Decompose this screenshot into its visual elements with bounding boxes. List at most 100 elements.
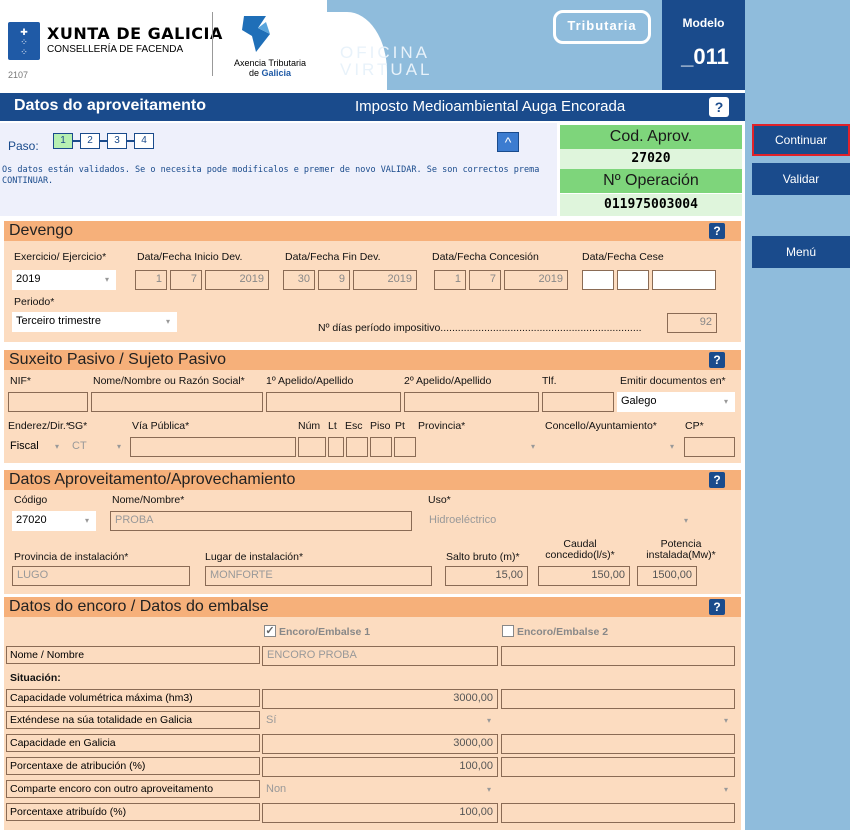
help-icon[interactable]: ?	[709, 472, 725, 488]
pt-input[interactable]	[394, 437, 416, 457]
encoro1-pct-atrib[interactable]: 100,00	[262, 757, 498, 777]
salto-label: Salto bruto (m)*	[446, 551, 520, 563]
fin-label: Data/Fecha Fin Dev.	[285, 251, 381, 263]
inicio-day[interactable]: 1	[135, 270, 167, 290]
encoro1-nome[interactable]: ENCORO PROBA	[262, 646, 498, 666]
via-input[interactable]	[130, 437, 296, 457]
apelido1-label: 1º Apelido/Apellido	[266, 375, 354, 387]
encoro1-pct-atribuido[interactable]: 100,00	[262, 803, 498, 823]
suxeito-header: Suxeito Pasivo / Sujeto Pasivo ?	[4, 350, 741, 370]
fin-year[interactable]: 2019	[353, 270, 417, 290]
header-separator	[212, 12, 213, 76]
collapse-up-icon[interactable]: ^	[497, 132, 519, 152]
atg-title: Axencia Tributaria de Galicia	[233, 58, 307, 78]
tlf-label: Tlf.	[542, 375, 557, 387]
encoro1-comparte-select[interactable]: Non ▾	[262, 780, 498, 800]
row-label-comparte: Comparte encoro con outro aproveitamento	[6, 780, 260, 798]
help-icon[interactable]: ?	[709, 352, 725, 368]
periodo-select[interactable]: Terceiro trimestre ▾	[12, 312, 177, 332]
apelido1-input[interactable]	[266, 392, 401, 412]
section-title: Datos Aproveitamento/Aprovechamiento	[9, 471, 296, 488]
encoro2-cap-max[interactable]	[501, 689, 735, 709]
encoro1-checkbox[interactable]: ✓ Encoro/Embalse 1	[264, 625, 370, 638]
tlf-input[interactable]	[542, 392, 614, 412]
menu-button[interactable]: Menú	[752, 236, 850, 268]
cod-aprov-value: 27020	[560, 149, 742, 169]
inicio-year[interactable]: 2019	[205, 270, 269, 290]
apelido2-input[interactable]	[404, 392, 539, 412]
fin-day[interactable]: 30	[283, 270, 315, 290]
aprov-nome-input[interactable]: PROBA	[110, 511, 412, 531]
prov-instal-input[interactable]: LUGO	[12, 566, 190, 586]
status-message: Os datos están validados. Se o necesita …	[2, 165, 540, 186]
nome-input[interactable]	[91, 392, 263, 412]
step-connector	[127, 140, 134, 142]
piso-label: Piso	[370, 420, 391, 432]
concesion-day[interactable]: 1	[434, 270, 466, 290]
uso-select[interactable]: Hidroeléctrico ▾	[425, 511, 695, 531]
encoro2-checkbox[interactable]: Encoro/Embalse 2	[502, 625, 608, 638]
concesion-month[interactable]: 7	[469, 270, 501, 290]
row-label-cap-max: Capacidade volumétrica máxima (hm3)	[6, 689, 260, 707]
uso-label: Uso*	[428, 494, 451, 506]
pt-label: Pt	[395, 420, 405, 432]
enderezo-select[interactable]: Fiscal ▾	[6, 437, 66, 457]
encoro1-extende-select[interactable]: Sí ▾	[262, 711, 498, 731]
step-connector	[73, 140, 80, 142]
ejercicio-select[interactable]: 2019 ▾	[12, 270, 116, 290]
checkbox-checked-icon[interactable]: ✓	[264, 625, 276, 638]
num-input[interactable]	[298, 437, 326, 457]
cese-month[interactable]	[617, 270, 649, 290]
periodo-label: Periodo*	[14, 296, 55, 308]
encoro2-pct-atrib[interactable]	[501, 757, 735, 777]
sg-select[interactable]: CT ▾	[68, 437, 128, 457]
lugar-instal-label: Lugar de instalación*	[205, 551, 304, 563]
emitir-select[interactable]: Galego ▾	[617, 392, 735, 412]
fin-month[interactable]: 9	[318, 270, 350, 290]
provincia-select[interactable]: ▾	[418, 437, 542, 457]
concello-select[interactable]: ▾	[545, 437, 681, 457]
cese-day[interactable]	[582, 270, 614, 290]
cp-input[interactable]	[684, 437, 735, 457]
paso-label: Paso:	[8, 139, 39, 153]
encoro2-cap-gal[interactable]	[501, 734, 735, 754]
checkbox-icon[interactable]	[502, 625, 514, 638]
section-title: Datos do encoro / Datos do embalse	[9, 598, 269, 615]
piso-input[interactable]	[370, 437, 392, 457]
salto-input[interactable]: 15,00	[445, 566, 528, 586]
help-icon[interactable]: ?	[709, 97, 729, 117]
encoro1-cap-gal[interactable]: 3000,00	[262, 734, 498, 754]
step-1[interactable]: 1	[53, 133, 73, 149]
esc-input[interactable]	[346, 437, 368, 457]
step-3[interactable]: 3	[107, 133, 127, 149]
encoro2-nome[interactable]	[501, 646, 735, 666]
cod-aprov-label: Cod. Aprov.	[560, 125, 742, 149]
cese-year[interactable]	[652, 270, 716, 290]
encoro1-cap-max[interactable]: 3000,00	[262, 689, 498, 709]
nif-input[interactable]	[8, 392, 88, 412]
row-label-pct-atrib: Porcentaxe de atribución (%)	[6, 757, 260, 775]
continuar-button[interactable]: Continuar	[752, 124, 850, 156]
emitir-label: Emitir documentos en*	[620, 375, 726, 387]
inicio-month[interactable]: 7	[170, 270, 202, 290]
provincia-label: Provincia*	[418, 420, 466, 432]
ejercicio-label: Exercicio/ Ejercicio*	[14, 251, 107, 263]
codigo-select[interactable]: 27020 ▾	[12, 511, 96, 531]
lt-input[interactable]	[328, 437, 344, 457]
encoro2-extende-select[interactable]: ▾	[501, 711, 735, 731]
lugar-instal-input[interactable]: MONFORTE	[205, 566, 432, 586]
cp-label: CP*	[685, 420, 704, 432]
step-2[interactable]: 2	[80, 133, 100, 149]
codigo-label: Código	[14, 494, 48, 506]
validar-button[interactable]: Validar	[752, 163, 850, 195]
potencia-label: Potencia instalada(Mw)*	[646, 538, 716, 561]
devengo-header: Devengo ?	[4, 221, 741, 241]
help-icon[interactable]: ?	[709, 223, 725, 239]
help-icon[interactable]: ?	[709, 599, 725, 615]
caudal-input[interactable]: 150,00	[538, 566, 630, 586]
encoro2-pct-atribuido[interactable]	[501, 803, 735, 823]
potencia-input[interactable]: 1500,00	[637, 566, 697, 586]
encoro2-comparte-select[interactable]: ▾	[501, 780, 735, 800]
concesion-year[interactable]: 2019	[504, 270, 568, 290]
step-4[interactable]: 4	[134, 133, 154, 149]
